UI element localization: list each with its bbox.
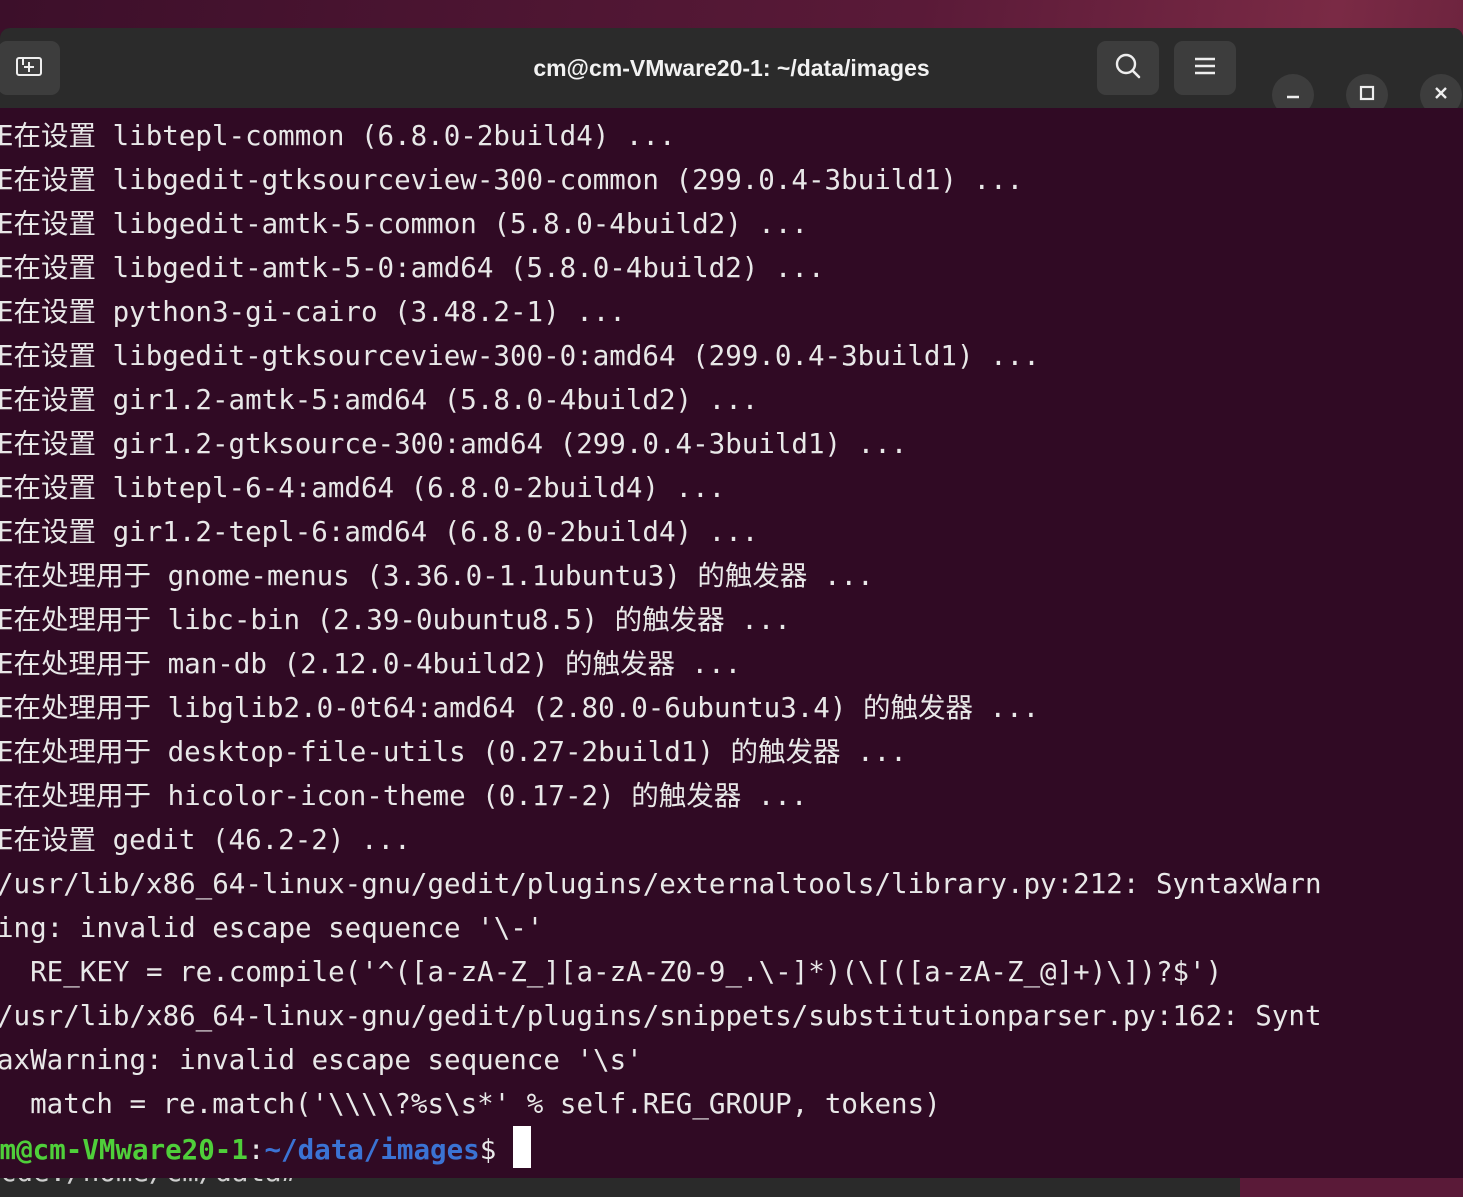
output-line: E在设置 libtepl-common (6.8.0-2build4) ... [0,120,676,152]
background-window-text: cde:/home/cm/data# [0,1178,315,1188]
hamburger-menu-icon [1192,55,1218,81]
output-line: E在设置 libgedit-amtk-5-0:amd64 (5.8.0-4bui… [0,252,825,284]
terminal-output[interactable]: E在设置 libtepl-common (6.8.0-2build4) ... … [0,108,1463,1178]
search-icon [1113,51,1143,85]
background-window-strip: cde:/home/cm/data# [0,1178,1463,1197]
output-line: E在设置 gir1.2-gtksource-300:amd64 (299.0.4… [0,428,908,460]
output-line: E在处理用于 libc-bin (2.39-0ubuntu8.5) 的触发器 .… [0,604,791,636]
output-line: axWarning: invalid escape sequence '\s' [0,1044,643,1076]
output-line: E在处理用于 gnome-menus (3.36.0-1.1ubuntu3) 的… [0,560,874,592]
output-line: E在设置 libgedit-gtksourceview-300-0:amd64 … [0,340,1040,372]
output-line: E在设置 gir1.2-tepl-6:amd64 (6.8.0-2build4)… [0,516,759,548]
output-line: ing: invalid escape sequence '\-' [0,912,544,944]
new-tab-icon [14,53,44,83]
output-line: E在设置 python3-gi-cairo (3.48.2-1) ... [0,296,626,328]
output-line: E在设置 libgedit-amtk-5-common (5.8.0-4buil… [0,208,808,240]
output-line: E在设置 libtepl-6-4:amd64 (6.8.0-2build4) .… [0,472,726,504]
desktop-edge [1240,1178,1463,1197]
menu-button[interactable] [1174,41,1236,95]
prompt-path: ~/data/images [264,1134,480,1166]
prompt-user-host: cm@cm-VMware20-1 [0,1134,248,1166]
terminal-window: cm@cm-VMware20-1: ~/data/images E在设置 lib… [0,28,1463,1178]
new-tab-button[interactable] [0,41,60,95]
prompt-separator: : [247,1134,265,1166]
output-line: E在设置 libgedit-gtksourceview-300-common (… [0,164,1024,196]
output-line: E在处理用于 desktop-file-utils (0.27-2build1)… [0,736,907,768]
close-icon [1432,84,1450,106]
output-line: match = re.match('\\\\?%s\s*' % self.REG… [0,1088,941,1120]
search-button[interactable] [1097,41,1159,95]
minimize-icon [1284,84,1302,106]
output-line: E在处理用于 hicolor-icon-theme (0.17-2) 的触发器 … [0,780,808,812]
window-title: cm@cm-VMware20-1: ~/data/images [533,55,930,81]
output-line: E在设置 gedit (46.2-2) ... [0,824,411,856]
output-line: E在设置 gir1.2-amtk-5:amd64 (5.8.0-4build2)… [0,384,759,416]
output-line: E在处理用于 man-db (2.12.0-4build2) 的触发器 ... [0,648,742,680]
maximize-icon [1358,84,1376,106]
title-bar[interactable]: cm@cm-VMware20-1: ~/data/images [0,28,1463,116]
output-line: E在处理用于 libglib2.0-0t64:amd64 (2.80.0-6ub… [0,692,1040,724]
text-cursor [512,1126,531,1168]
shell-prompt-line[interactable]: cm@cm-VMware20-1:~/data/images$ [0,1126,531,1170]
output-line: /usr/lib/x86_64-linux-gnu/gedit/plugins/… [0,868,1322,900]
output-line: RE_KEY = re.compile('^([a-zA-Z_][a-zA-Z0… [0,956,1223,988]
output-line: /usr/lib/x86_64-linux-gnu/gedit/plugins/… [0,1000,1322,1032]
prompt-symbol: $ [479,1134,513,1166]
